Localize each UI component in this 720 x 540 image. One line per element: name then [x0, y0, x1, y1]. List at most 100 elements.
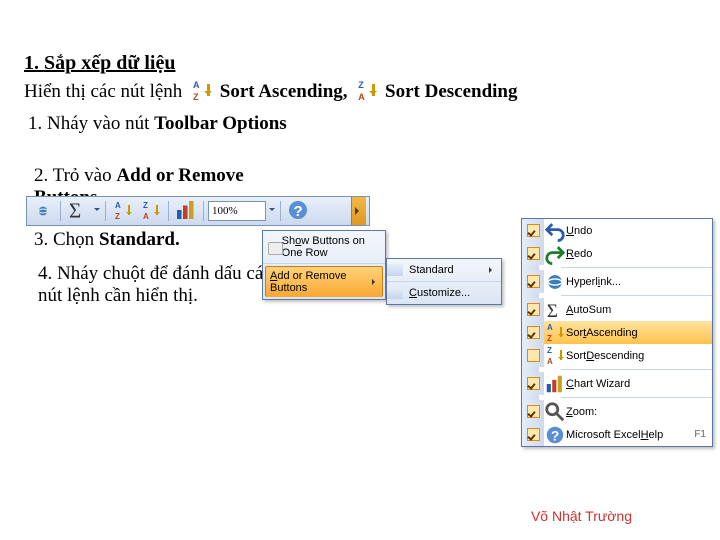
check-gutter — [522, 321, 544, 344]
sortdesc-icon: ZA — [544, 347, 566, 365]
svg-text:Σ: Σ — [69, 198, 81, 222]
command-item[interactable]: Redo — [522, 242, 712, 265]
sort-descending-icon: ZA — [356, 81, 378, 101]
check-icon — [527, 303, 540, 316]
standard-label: Standard — [409, 264, 454, 276]
popup1-row1-text: Show Buttons on One Row — [282, 235, 380, 259]
check-gutter — [522, 298, 544, 321]
separator — [280, 201, 281, 221]
add-remove-submenu: Standard Customize... — [386, 258, 502, 305]
check-icon — [527, 224, 540, 237]
command-item[interactable]: Σ AutoSum — [522, 298, 712, 321]
help-icon: ? — [544, 424, 566, 446]
standard-toolbar: Σ AZ ZA 100% ? — [26, 196, 370, 226]
check-icon — [527, 349, 540, 362]
hyperlink-button[interactable] — [30, 199, 56, 223]
check-icon — [527, 326, 540, 339]
zoom-dropdown[interactable] — [268, 208, 276, 214]
command-item[interactable]: Chart Wizard — [522, 372, 712, 395]
check-gutter — [522, 242, 544, 265]
separator — [203, 201, 204, 221]
popup1-row2-text: Add or Remove Buttons — [270, 270, 368, 294]
svg-text:?: ? — [294, 203, 303, 220]
chevron-right-icon — [489, 267, 495, 273]
check-gutter — [522, 400, 544, 423]
command-label: Hyperlink... — [566, 276, 712, 288]
check-icon — [527, 247, 540, 260]
step3-pre: 3. Chọn — [34, 229, 99, 250]
check-icon — [527, 405, 540, 418]
step3-bold: Standard. — [99, 229, 180, 250]
standard-menu-item[interactable]: Standard — [387, 259, 501, 281]
svg-text:Σ: Σ — [547, 300, 558, 320]
command-label: Redo — [566, 248, 712, 260]
command-label: Microsoft Excel Help — [566, 429, 694, 441]
intro-line: Hiển thị các nút lệnh AZ Sort Ascending,… — [24, 81, 696, 103]
check-gutter — [522, 344, 544, 367]
toggle-icon — [268, 242, 278, 253]
check-gutter — [522, 423, 544, 446]
check-icon — [527, 275, 540, 288]
autosum-dropdown[interactable] — [93, 208, 101, 214]
command-item[interactable]: ZASort Descending — [522, 344, 712, 367]
zoom-icon — [544, 401, 566, 423]
command-item[interactable]: Zoom: — [522, 400, 712, 423]
sort-asc-label: Sort Ascending, — [220, 81, 348, 102]
add-or-remove-buttons-item[interactable]: Add or Remove Buttons — [265, 266, 383, 297]
command-item[interactable]: Undo — [522, 219, 712, 242]
sortasc-icon: AZ — [544, 324, 566, 342]
chevron-right-icon — [355, 207, 363, 215]
toolbar-options-popup: Show Buttons on One Row Add or Remove Bu… — [262, 230, 386, 300]
zoom-value: 100% — [212, 205, 238, 217]
svg-text:?: ? — [551, 428, 559, 443]
chevron-right-icon — [372, 279, 378, 285]
command-item[interactable]: Hyperlink... — [522, 270, 712, 293]
chart-icon — [174, 198, 198, 225]
link-icon — [544, 271, 566, 293]
check-icon — [527, 428, 540, 441]
sort-descending-button[interactable]: ZA — [138, 199, 164, 223]
hyperlink-icon — [36, 204, 50, 218]
sort-desc-label: Sort Descending — [385, 81, 517, 102]
help-icon: ? — [286, 198, 310, 225]
section-title: 1. Sắp xếp dữ liệu — [24, 52, 696, 75]
step-4: 4. Nháy chuột để đánh dấu các nút lệnh c… — [38, 263, 298, 307]
zoom-combo[interactable]: 100% — [208, 201, 266, 221]
command-item[interactable]: AZSort Ascending — [522, 321, 712, 344]
sort-ascending-button[interactable]: AZ — [110, 199, 136, 223]
command-item[interactable]: ? Microsoft Excel HelpF1 — [522, 423, 712, 446]
check-icon — [527, 377, 540, 390]
keyboard-shortcut: F1 — [694, 429, 712, 440]
command-label: AutoSum — [566, 304, 712, 316]
autosum-button[interactable]: Σ — [65, 199, 91, 223]
step1-pre: 1. Nháy vào nút — [28, 113, 154, 134]
sort-ascending-icon: AZ — [114, 202, 132, 220]
separator — [60, 201, 61, 221]
separator — [105, 201, 106, 221]
sigma-icon: Σ — [544, 299, 566, 321]
step1-bold: Toolbar Options — [154, 113, 287, 134]
sort-ascending-icon: AZ — [191, 81, 213, 101]
step2-pre: 2. Trỏ vào — [34, 165, 116, 186]
customize-menu-item[interactable]: Customize... — [387, 281, 501, 304]
command-label: Sort Descending — [566, 350, 712, 362]
command-label: Chart Wizard — [566, 378, 712, 390]
intro-prefix: Hiển thị các nút lệnh — [24, 81, 182, 102]
toolbar-options-button[interactable] — [351, 197, 366, 225]
standard-commands-list: UndoRedoHyperlink...ΣAutoSumAZSort Ascen… — [521, 218, 713, 447]
command-label: Undo — [566, 225, 712, 237]
check-gutter — [522, 270, 544, 293]
sort-descending-icon: ZA — [142, 202, 160, 220]
undo-icon — [544, 220, 566, 242]
chart-wizard-button[interactable] — [173, 199, 199, 223]
command-label: Zoom: — [566, 406, 712, 418]
show-buttons-one-row-item[interactable]: Show Buttons on One Row — [263, 231, 385, 264]
check-gutter — [522, 219, 544, 242]
author-footer: Võ Nhật Trường — [531, 508, 632, 524]
step-1: 1. Nháy vào nút Toolbar Options — [28, 113, 696, 135]
sigma-icon: Σ — [66, 198, 90, 225]
chart-icon — [544, 373, 566, 395]
help-button[interactable]: ? — [285, 199, 311, 223]
customize-label: Customize... — [409, 287, 470, 299]
command-label: Sort Ascending — [566, 327, 712, 339]
